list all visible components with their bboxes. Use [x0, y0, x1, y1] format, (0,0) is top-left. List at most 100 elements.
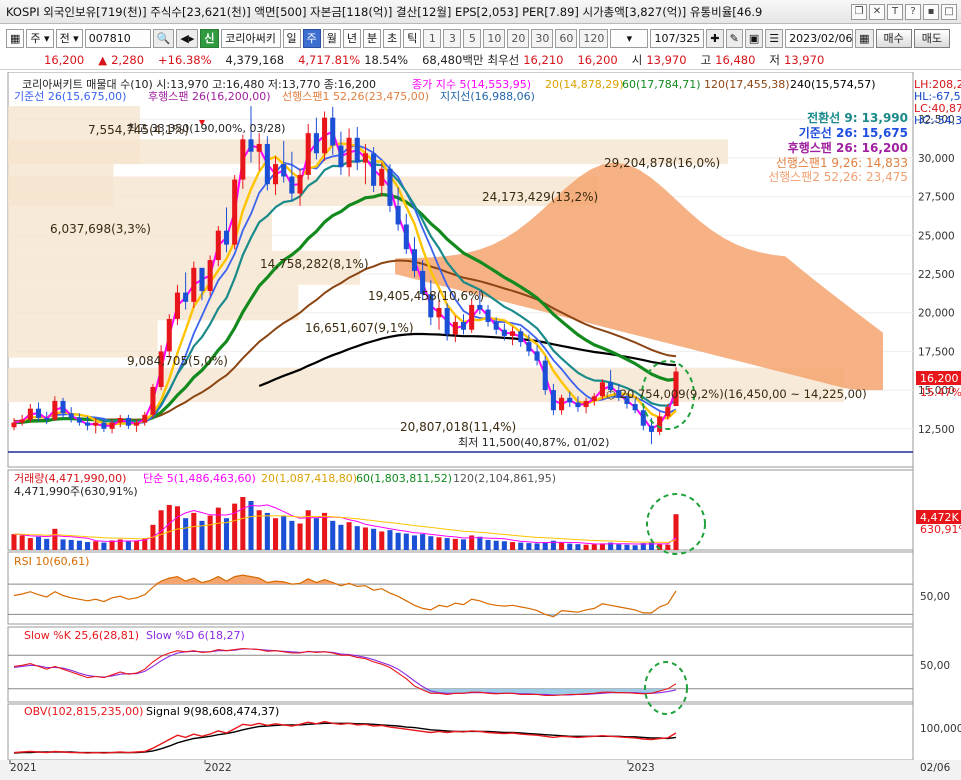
candle-body	[395, 205, 401, 225]
hc-label: HC:-54,3	[914, 114, 961, 127]
candle-body	[591, 396, 597, 401]
profile-label-5: 16,651,607(9,1%)	[305, 321, 414, 335]
volume-bar	[60, 539, 66, 550]
candle-body	[477, 304, 483, 310]
candle-body	[215, 230, 221, 261]
volume-bar	[403, 533, 409, 550]
candle-body	[240, 139, 246, 180]
interval-20[interactable]: 20	[507, 28, 530, 48]
page-count: 107/325	[650, 28, 705, 48]
price-tag-pct: 15.47%	[920, 386, 961, 399]
interval-60[interactable]: 60	[555, 28, 578, 48]
candle-body	[27, 408, 33, 420]
candle-body	[460, 321, 467, 330]
volume-bar	[215, 507, 221, 550]
timeframe-day[interactable]: 일	[282, 28, 301, 48]
buy-button[interactable]: 매수	[875, 28, 912, 48]
volume-bar	[501, 541, 507, 550]
timeframe-week[interactable]: 주	[302, 28, 321, 48]
period-select[interactable]: 주 ▾	[26, 28, 54, 48]
stock-info-title: KOSPI 외국인보유[719(천)] 주식수[23,621(천)] 액면[50…	[6, 4, 763, 19]
volume-bar	[452, 538, 458, 550]
support-legend: 지지선(16,988,06)	[440, 90, 535, 103]
help-icon[interactable]: ?	[905, 3, 921, 20]
volume-bar	[19, 535, 25, 550]
price-tag-value: 16,200	[920, 372, 959, 385]
candle-body	[297, 174, 303, 194]
crosshair-icon[interactable]: ✚	[706, 28, 724, 48]
volume-bar	[379, 531, 385, 550]
volume-bar	[232, 503, 238, 550]
calendar-icon[interactable]: ▦	[855, 28, 874, 48]
volume-profile-bar	[8, 320, 158, 358]
candle-body	[583, 400, 589, 408]
candle-body	[191, 267, 197, 302]
volume-bar	[338, 524, 344, 550]
candle-body	[518, 331, 524, 343]
open-label: 시	[631, 52, 643, 67]
interval-30[interactable]: 30	[531, 28, 554, 48]
priority-bid: 16,200	[577, 52, 618, 67]
search-icon[interactable]: 🔍	[152, 28, 175, 48]
volume-bar	[632, 545, 638, 550]
interval-3[interactable]: 3	[443, 28, 462, 48]
grid-icon[interactable]: ▦	[6, 28, 25, 48]
profile-label-7: 29,204,878(16,0%)	[604, 156, 720, 170]
timeframe-second[interactable]: 초	[383, 28, 402, 48]
interval-custom-input[interactable]: ▾	[610, 28, 649, 48]
volume-value: 4,379,168	[225, 52, 285, 67]
volume-rate: 4,717.81%	[298, 52, 361, 67]
minimize-icon[interactable]: ▪	[923, 3, 939, 20]
adjust-select[interactable]: 전 ▾	[55, 28, 83, 48]
volume-bar	[191, 512, 197, 550]
volume-bar	[264, 512, 270, 550]
stock-code-input[interactable]: 007810	[84, 28, 151, 48]
drawing-tool-icon[interactable]: ✎	[725, 28, 743, 48]
low-price: 13,970	[784, 52, 825, 67]
volume-bar	[76, 540, 82, 550]
candle-body	[354, 137, 360, 163]
senkou-b-value-label: 선행스팬2 52,26: 23,475	[768, 169, 908, 184]
price-tick-label: 30,000	[918, 153, 955, 165]
save-icon[interactable]: ▣	[744, 28, 764, 48]
timeframe-minute[interactable]: 분	[363, 28, 382, 48]
vol-ma120-legend: 120(2,104,861,95)	[453, 472, 556, 485]
text-tool-icon[interactable]: T	[887, 3, 903, 20]
x-label-2022: 2022	[205, 762, 232, 774]
sell-button[interactable]: 매도	[913, 28, 951, 48]
interval-10[interactable]: 10	[483, 28, 506, 48]
volume-bar	[526, 543, 532, 550]
stoch-k-header: Slow %K 25,6(28,81)	[24, 629, 139, 642]
profile-label-8: 24,173,429(13,2%)	[482, 190, 598, 204]
stock-chart[interactable]: 32,50030,00027,50025,00022,50020,00017,5…	[0, 72, 961, 780]
volume-bar	[542, 542, 548, 550]
interval-120[interactable]: 120	[579, 28, 609, 48]
candle-body	[550, 390, 556, 411]
volume-bar	[330, 520, 336, 550]
candle-body	[125, 417, 131, 426]
volume-bar	[313, 518, 319, 550]
close-icon[interactable]: ✕	[869, 3, 885, 20]
interval-5[interactable]: 5	[463, 28, 482, 48]
date-field[interactable]: 2023/02/06	[785, 28, 854, 48]
restore-icon[interactable]: ❐	[851, 3, 867, 20]
maximize-icon[interactable]: □	[941, 3, 957, 20]
volume-bar	[248, 500, 254, 550]
timeframe-month[interactable]: 월	[322, 28, 341, 48]
candle-body	[272, 164, 279, 185]
profile-label-2: 6,037,698(3,3%)	[50, 222, 151, 236]
volume-bar	[583, 544, 589, 550]
timeframe-tick[interactable]: 틱	[403, 28, 422, 48]
candle-body	[68, 413, 74, 418]
candle-body	[109, 422, 115, 429]
list-icon[interactable]: ☰	[765, 28, 784, 48]
candle-body	[76, 417, 82, 423]
interval-1[interactable]: 1	[423, 28, 442, 48]
candle-body	[493, 321, 499, 330]
speaker-icon[interactable]: ◀▸	[176, 28, 199, 48]
timeframe-year[interactable]: 년	[342, 28, 362, 48]
stock-name-field[interactable]: 코리아써키	[220, 28, 281, 48]
chikou-value-label: 후행스팬 26: 16,200	[788, 140, 908, 155]
volume-bar	[346, 522, 352, 550]
panel-frame	[7, 551, 914, 625]
